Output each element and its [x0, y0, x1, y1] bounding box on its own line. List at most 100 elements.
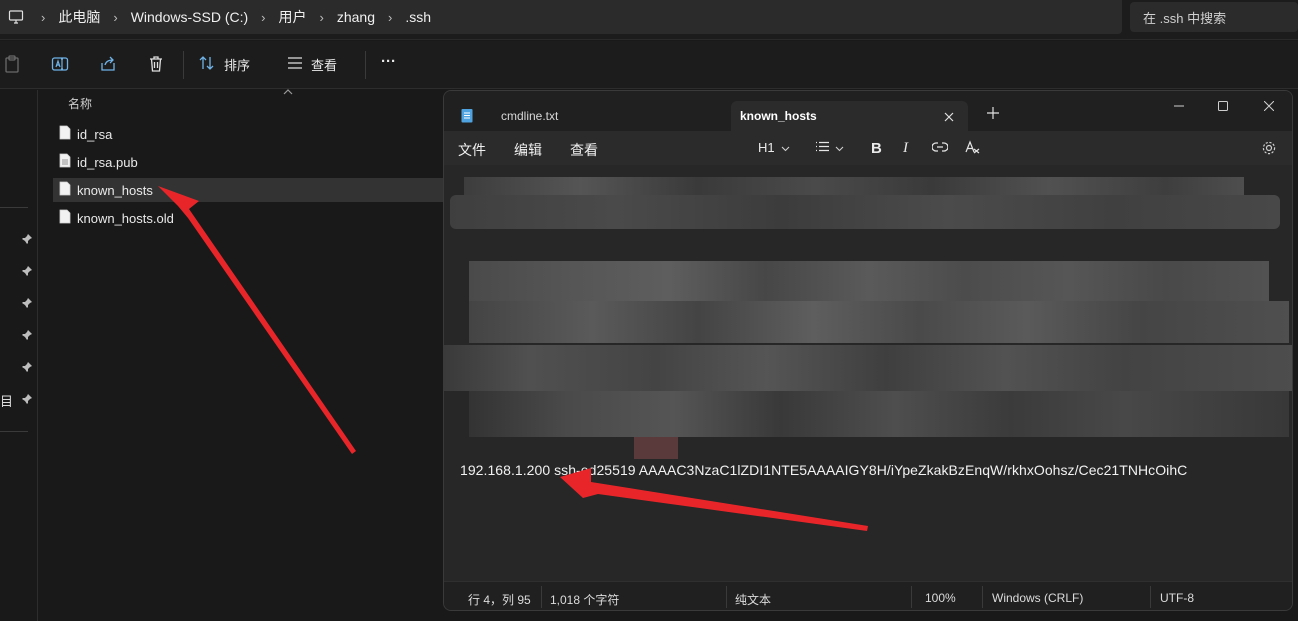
- paste-icon[interactable]: [4, 55, 24, 75]
- sort-icon: [198, 55, 216, 74]
- more-icon: ···: [381, 53, 396, 70]
- file-row[interactable]: id_rsa: [53, 122, 445, 146]
- tab-known-hosts[interactable]: known_hosts: [731, 101, 968, 131]
- file-name: known_hosts: [77, 182, 153, 198]
- tab-label: known_hosts: [740, 109, 817, 123]
- pin-icon[interactable]: [21, 361, 33, 373]
- search-input[interactable]: 在 .ssh 中搜索: [1130, 2, 1298, 32]
- redacted-content-block: [450, 195, 1280, 229]
- toolbar-divider: [365, 51, 366, 79]
- delete-icon[interactable]: [147, 55, 167, 75]
- heading-label: H1: [758, 140, 775, 155]
- breadcrumb[interactable]: › 此电脑 › Windows-SSD (C:) › 用户 › zhang › .ssh: [0, 0, 1122, 34]
- list-icon: [815, 140, 829, 155]
- chevron-right-icon[interactable]: ›: [261, 10, 265, 25]
- more-options-button[interactable]: ···: [381, 53, 396, 70]
- bold-button[interactable]: B: [871, 140, 882, 157]
- menu-file[interactable]: 文件: [458, 140, 486, 160]
- pin-icon[interactable]: [21, 297, 33, 309]
- nav-divider: [0, 431, 28, 432]
- chevron-right-icon[interactable]: ›: [320, 10, 324, 25]
- list-dropdown[interactable]: [815, 140, 844, 155]
- heading-dropdown[interactable]: H1: [758, 140, 790, 155]
- pin-icon[interactable]: [21, 393, 33, 405]
- status-divider: [726, 586, 727, 608]
- redacted-content-block: [634, 437, 678, 459]
- status-line-ending[interactable]: Windows (CRLF): [992, 591, 1083, 605]
- toolbar-divider: [183, 51, 184, 79]
- navigation-pane: 目: [0, 90, 38, 621]
- file-name: known_hosts.old: [77, 210, 174, 226]
- chevron-right-icon[interactable]: ›: [388, 10, 392, 25]
- new-tab-icon[interactable]: [987, 107, 999, 119]
- notepad-app-icon: [461, 108, 473, 123]
- file-row-selected[interactable]: known_hosts: [53, 178, 445, 202]
- notepad-window: cmdline.txt known_hosts 文件 编辑 查看 H1 B I: [443, 90, 1293, 611]
- menu-edit[interactable]: 编辑: [514, 140, 542, 160]
- pin-icon[interactable]: [21, 265, 33, 277]
- status-text-format[interactable]: 纯文本: [735, 591, 771, 608]
- file-icon: [59, 153, 71, 171]
- status-cursor-position: 行 4，列 95: [468, 593, 531, 607]
- notepad-titlebar[interactable]: cmdline.txt known_hosts: [444, 91, 1292, 131]
- column-header-name[interactable]: 名称: [68, 95, 92, 112]
- close-window-icon[interactable]: [1263, 99, 1275, 112]
- status-divider: [982, 586, 983, 608]
- close-tab-icon[interactable]: [944, 111, 954, 122]
- chevron-down-icon: [781, 140, 790, 155]
- status-encoding[interactable]: UTF-8: [1160, 591, 1194, 605]
- file-row[interactable]: known_hosts.old: [53, 206, 445, 230]
- tab-label: cmdline.txt: [501, 109, 559, 123]
- status-divider: [1150, 586, 1151, 608]
- redacted-content-block: [469, 261, 1269, 301]
- computer-icon[interactable]: [8, 9, 24, 25]
- redacted-content-block: [469, 391, 1289, 437]
- file-icon: [59, 125, 71, 143]
- status-zoom[interactable]: 100%: [925, 591, 956, 605]
- nav-divider: [0, 207, 28, 208]
- chevron-right-icon[interactable]: ›: [113, 10, 117, 25]
- view-icon: [287, 56, 303, 73]
- link-icon[interactable]: [932, 142, 948, 152]
- file-icon: [59, 181, 71, 199]
- tab-cmdline[interactable]: cmdline.txt: [489, 101, 729, 131]
- status-bar: 行 4，列 95 1,018 个字符 纯文本 100% Windows (CRL…: [444, 581, 1292, 610]
- status-divider: [911, 586, 912, 608]
- file-name: id_rsa: [77, 126, 113, 142]
- file-name: id_rsa.pub: [77, 154, 138, 170]
- search-placeholder: 在 .ssh 中搜索: [1143, 10, 1227, 26]
- breadcrumb-item-users[interactable]: 用户: [279, 7, 307, 27]
- redacted-content-block: [469, 301, 1289, 343]
- sort-label: 排序: [224, 58, 251, 73]
- breadcrumb-item-user[interactable]: zhang: [337, 9, 375, 25]
- breadcrumb-item-this-pc[interactable]: 此电脑: [58, 7, 100, 27]
- pin-icon[interactable]: [21, 233, 33, 245]
- editor-text-area[interactable]: 192.168.1.200 ssh-ed25519 AAAAC3NzaC1lZD…: [444, 165, 1292, 581]
- rename-icon[interactable]: [51, 55, 71, 75]
- breadcrumb-item-ssh[interactable]: .ssh: [405, 9, 431, 25]
- status-divider: [541, 586, 542, 608]
- pin-icon[interactable]: [21, 329, 33, 341]
- settings-gear-icon[interactable]: [1261, 140, 1277, 156]
- share-icon[interactable]: [99, 55, 119, 75]
- file-row[interactable]: id_rsa.pub: [53, 150, 445, 174]
- command-bar: 排序 查看 ···: [0, 41, 1298, 89]
- italic-button[interactable]: I: [903, 140, 908, 157]
- menu-view[interactable]: 查看: [570, 140, 598, 160]
- view-button[interactable]: 查看: [287, 55, 337, 74]
- breadcrumb-item-drive[interactable]: Windows-SSD (C:): [131, 9, 248, 25]
- known-hosts-entry-line: 192.168.1.200 ssh-ed25519 AAAAC3NzaC1lZD…: [460, 462, 1188, 478]
- clear-formatting-icon[interactable]: [964, 140, 980, 154]
- chevron-down-icon: [835, 140, 844, 155]
- maximize-icon[interactable]: [1218, 99, 1228, 111]
- chevron-right-icon[interactable]: ›: [41, 10, 45, 25]
- notepad-menubar: 文件 编辑 查看 H1 B I: [444, 131, 1292, 165]
- nav-item-label-fragment[interactable]: 目: [0, 391, 13, 410]
- minimize-icon[interactable]: [1174, 99, 1184, 109]
- file-icon: [59, 209, 71, 227]
- redacted-content-block: [444, 345, 1292, 391]
- address-bar: › 此电脑 › Windows-SSD (C:) › 用户 › zhang › .ssh …: [0, 0, 1298, 40]
- sort-chevron-up-icon[interactable]: [283, 84, 293, 95]
- status-char-count: 1,018 个字符: [550, 593, 620, 607]
- sort-button[interactable]: 排序: [198, 55, 250, 74]
